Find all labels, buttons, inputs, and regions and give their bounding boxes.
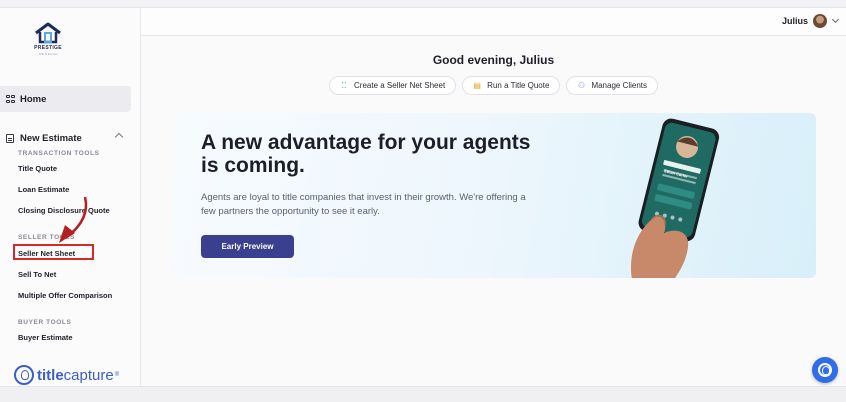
sidebar-item-title-quote[interactable]: Title Quote [18, 164, 57, 173]
action-label: Manage Clients [591, 81, 648, 90]
sidebar-item-home[interactable]: Home [0, 86, 131, 112]
run-title-quote-button[interactable]: ▤ Run a Title Quote [462, 76, 561, 95]
grid-icon [6, 94, 15, 104]
user-name: Julius [781, 16, 808, 26]
quick-actions: ⁚⁚ Create a Seller Net Sheet ▤ Run a Tit… [329, 76, 659, 95]
create-seller-net-sheet-button[interactable]: ⁚⁚ Create a Seller Net Sheet [329, 76, 457, 95]
registered-mark: ® [114, 372, 120, 378]
document-icon [6, 133, 14, 143]
sidebar-item-sell-to-net[interactable]: Sell To Net [18, 270, 56, 279]
sidebar-item-label: New Estimate [20, 132, 82, 144]
section-title-transaction-tools: TRANSACTION TOOLS [18, 150, 100, 157]
avatar [813, 14, 827, 28]
user-menu[interactable]: Julius [781, 14, 840, 28]
main-content: Julius Good evening, Julius ⁚⁚ Create a … [141, 8, 846, 386]
early-preview-button[interactable]: Early Preview [201, 235, 294, 258]
banner-body: Agents are loyal to title companies that… [201, 192, 526, 217]
logo-text-bold: title [37, 366, 64, 384]
annotation-arrow-icon [59, 196, 88, 243]
chevron-down-icon [831, 15, 840, 24]
brand-tagline: Title & Escrow [38, 52, 58, 56]
action-label: Create a Seller Net Sheet [354, 81, 446, 90]
sidebar-item-new-estimate[interactable]: New Estimate [6, 131, 128, 145]
window-top-edge [0, 0, 846, 8]
window-bottom-bar [0, 386, 846, 402]
phone-illustration: Ethan Carter [618, 115, 728, 278]
logo-text-rest: capture [63, 366, 114, 384]
phone-hand-image [631, 118, 720, 278]
help-chat-icon [818, 363, 832, 377]
action-label: Run a Title Quote [487, 81, 550, 90]
sidebar-item-multiple-offer-comparison[interactable]: Multiple Offer Comparison [18, 291, 112, 300]
section-title-buyer-tools: BUYER TOOLS [18, 319, 72, 326]
users-icon: ⚇ [577, 80, 586, 90]
chevron-up-icon [114, 132, 124, 142]
brand-name: PRESTIGE [34, 45, 62, 51]
promo-banner: A new advantage for your agents is comin… [173, 113, 816, 278]
sidebar-item-label: Home [20, 93, 47, 105]
house-logo-icon [35, 22, 61, 44]
grid-icon: ⁚⁚ [341, 80, 347, 90]
manage-clients-button[interactable]: ⚇ Manage Clients [566, 76, 659, 95]
document-icon: ▤ [473, 80, 481, 90]
titlecapture-logo: title capture ® [14, 365, 119, 385]
sidebar-item-buyer-estimate[interactable]: Buyer Estimate [18, 333, 73, 342]
greeting-title: Good evening, Julius [432, 53, 555, 67]
sidebar-item-loan-estimate[interactable]: Loan Estimate [18, 185, 69, 194]
prestige-logo[interactable]: PRESTIGE Title & Escrow [22, 22, 74, 56]
banner-headline: A new advantage for your agents is comin… [201, 131, 531, 177]
help-chat-button[interactable] [812, 357, 838, 383]
titlecapture-mark-icon [14, 365, 34, 385]
top-bar: Julius [141, 8, 846, 36]
